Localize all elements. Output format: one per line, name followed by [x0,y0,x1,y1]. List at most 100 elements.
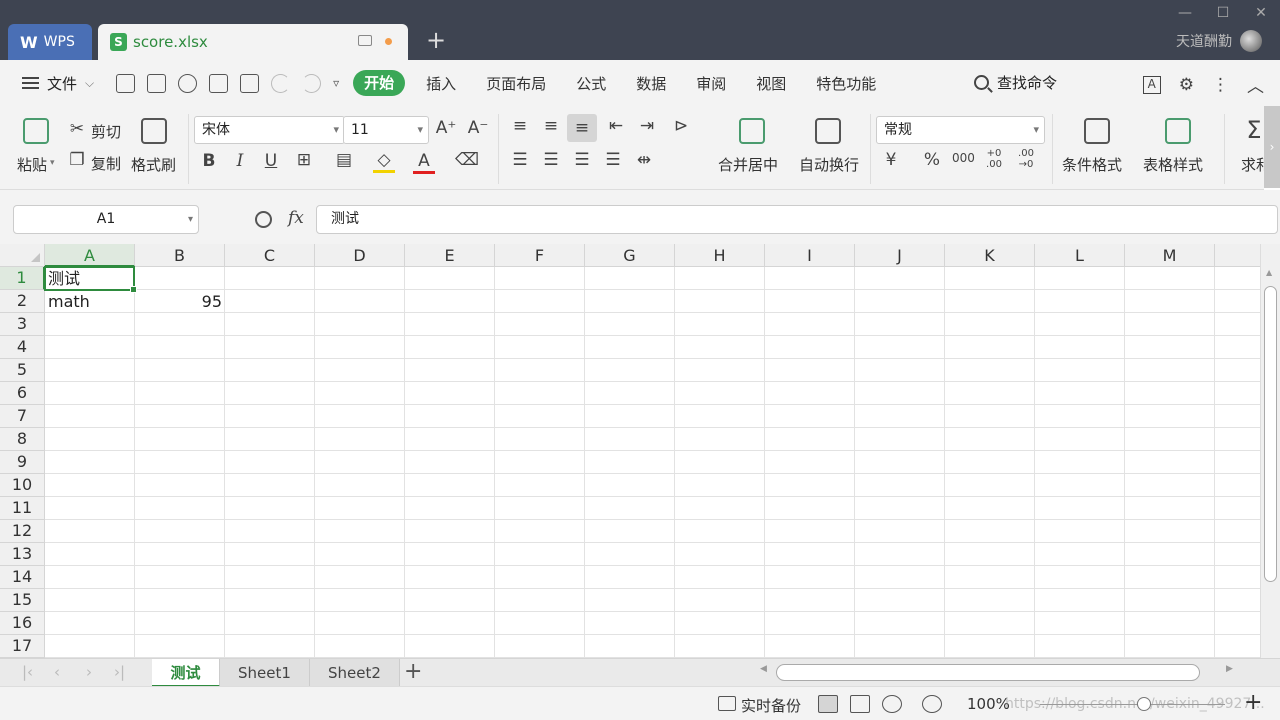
scroll-left-icon[interactable]: ◀ [760,664,767,674]
print-icon[interactable] [209,73,229,93]
gear-icon[interactable]: ⚙ [1179,75,1194,95]
row-header[interactable]: 15 [0,589,45,612]
row-header[interactable]: 12 [0,520,45,543]
print-preview-icon[interactable] [240,73,260,93]
spreadsheet-grid[interactable]: A B C D E F G H I J K L M 1 2 3 4 5 6 7 8 9 10 11 12 13 14 15 16 17 测试… [0,244,1260,658]
column-header[interactable]: F [495,244,585,267]
user-account[interactable]: 天道酬勤 [1176,30,1262,52]
prev-sheet-icon[interactable]: ‹ [54,663,60,681]
justify-icon[interactable]: ☰ [602,150,624,170]
vertical-scrollbar[interactable]: ▲ [1260,244,1280,658]
name-box[interactable]: A1 [13,205,199,234]
undo-icon[interactable] [271,73,291,93]
decrease-font-icon[interactable]: A⁻ [467,118,489,138]
column-header[interactable] [1215,244,1260,267]
align-top-icon[interactable]: ≡ [509,116,531,136]
realtime-backup-button[interactable]: 实时备份 [741,695,801,716]
align-center-icon[interactable]: ☰ [540,150,562,170]
paste-dropdown-icon[interactable]: ▾ [50,158,55,168]
align-left-icon[interactable]: ☰ [509,150,531,170]
increase-indent-icon[interactable]: ⇥ [636,116,658,136]
row-header[interactable]: 5 [0,359,45,382]
scroll-right-icon[interactable]: ▶ [1226,664,1233,674]
row-header[interactable]: 17 [0,635,45,658]
font-size-select[interactable]: 11 [343,116,429,144]
paste-icon[interactable] [23,118,49,144]
save-icon[interactable] [147,73,167,93]
column-header[interactable]: I [765,244,855,267]
column-header[interactable]: M [1125,244,1215,267]
number-format-select[interactable]: 常规 [876,116,1045,144]
ribbon-scroll-right-button[interactable]: › [1264,106,1280,188]
table-style-button[interactable]: 表格样式 [1143,154,1203,175]
text-mode-icon[interactable]: A [1142,75,1161,94]
tab-data[interactable]: 数据 [621,73,681,94]
conditional-format-button[interactable]: 条件格式 [1062,154,1122,175]
row-header[interactable]: 14 [0,566,45,589]
insert-function-button[interactable]: fx [288,208,304,228]
zoom-slider[interactable] [1040,704,1225,705]
open-folder-icon[interactable] [116,73,136,93]
font-color-button[interactable]: A [413,151,435,174]
tab-special-features[interactable]: 特色功能 [801,73,891,94]
new-tab-button[interactable]: + [424,26,448,54]
maximize-icon[interactable]: ☐ [1204,0,1242,26]
wps-home-tab[interactable]: W WPS [8,24,92,60]
sum-button[interactable]: 求和 [1241,154,1264,175]
distribute-icon[interactable]: ⇹ [633,150,655,170]
sheet-tab-ceshi[interactable]: 测试 [152,659,220,687]
align-middle-icon[interactable]: ≡ [540,116,562,136]
avatar[interactable] [1240,30,1262,52]
tab-view[interactable]: 视图 [741,73,801,94]
tab-insert[interactable]: 插入 [411,73,471,94]
formula-input[interactable]: 测试 [316,205,1278,234]
horizontal-scroll-thumb[interactable] [776,664,1200,681]
cell-a2[interactable]: math [45,290,135,313]
cell-b2[interactable]: 95 [135,290,225,313]
collapse-ribbon-icon[interactable]: ︿ [1247,72,1264,97]
row-header[interactable]: 11 [0,497,45,520]
increase-decimal-button[interactable]: +0 .00 [983,148,1005,170]
paste-button[interactable]: 粘贴 [17,154,47,175]
row-header[interactable]: 9 [0,451,45,474]
scroll-up-icon[interactable]: ▲ [1266,268,1272,277]
eye-protection-icon[interactable] [922,695,942,713]
cut-button[interactable]: 剪切 [91,121,121,142]
clear-format-icon[interactable]: ⌫ [455,150,479,170]
redo-icon[interactable] [302,73,322,93]
column-header[interactable]: G [585,244,675,267]
command-search[interactable]: 查找命令 [974,72,1057,93]
monitor-icon[interactable] [358,35,372,46]
row-header[interactable]: 10 [0,474,45,497]
tab-formulas[interactable]: 公式 [561,73,621,94]
row-header[interactable]: 6 [0,382,45,405]
font-name-select[interactable]: 宋体 [194,116,345,144]
share-icon[interactable] [178,73,198,93]
column-header[interactable]: B [135,244,225,267]
tab-page-layout[interactable]: 页面布局 [471,73,561,94]
row-header[interactable]: 4 [0,336,45,359]
minimize-icon[interactable]: — [1166,0,1204,26]
zoom-in-button[interactable]: + [1244,690,1262,715]
column-header[interactable]: C [225,244,315,267]
row-header[interactable]: 8 [0,428,45,451]
row-header[interactable]: 3 [0,313,45,336]
more-icon[interactable]: ⋮ [1212,75,1229,95]
thousands-button[interactable]: 000 [952,151,975,165]
zoom-slider-knob[interactable] [1137,697,1151,711]
bold-button[interactable]: B [198,151,220,171]
row-header[interactable]: 7 [0,405,45,428]
table-style-icon[interactable] [1165,118,1191,144]
decrease-decimal-button[interactable]: .00 →0 [1015,148,1037,170]
row-header[interactable]: 16 [0,612,45,635]
zoom-formula-icon[interactable] [255,211,272,228]
column-header[interactable]: K [945,244,1035,267]
cell-style-icon[interactable]: ▤ [333,150,355,170]
decrease-indent-icon[interactable]: ⇤ [605,116,627,136]
column-header[interactable]: L [1035,244,1125,267]
tab-review[interactable]: 审阅 [681,73,741,94]
document-tab-score[interactable]: S score.xlsx [98,24,408,60]
file-menu-button[interactable]: 文件 ⌵ [22,73,94,94]
customize-toolbar-icon[interactable]: ▿ [333,76,339,90]
wrap-text-button[interactable]: 自动换行 [799,154,859,175]
